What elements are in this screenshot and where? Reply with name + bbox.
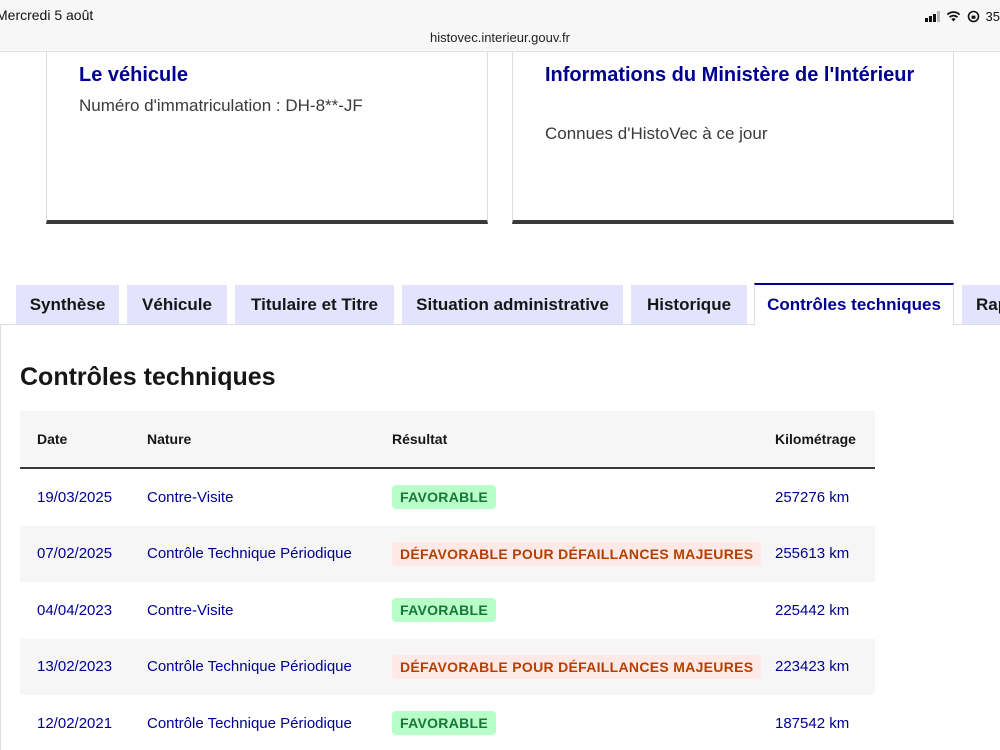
- cell-nature: Contre-Visite: [147, 488, 234, 506]
- cell-nature: Contrôle Technique Périodique: [147, 658, 352, 675]
- cell-date: 04/04/2023: [37, 601, 113, 619]
- address-bar-url[interactable]: histovec.interieur.gouv.fr: [0, 30, 1000, 45]
- cell-result: FAVORABLE: [392, 695, 496, 750]
- table-row: 12/02/2021 Contrôle Technique Périodique…: [20, 695, 875, 750]
- signal-icon: [924, 10, 940, 22]
- tab-bar: Synthèse Véhicule Titulaire et Titre Sit…: [0, 283, 1000, 325]
- cell-nature: Contrôle Technique Périodique: [147, 714, 352, 732]
- cell-date: 13/02/2023: [37, 658, 113, 675]
- tab-rapport[interactable]: Rap: [962, 285, 1000, 325]
- technical-inspections-table: Date Nature Résultat Kilométrage 19/03/2…: [20, 411, 875, 750]
- cell-mileage: 187542 km: [775, 714, 850, 732]
- status-date: Mercredi 5 août: [0, 7, 94, 23]
- ministry-card: Informations du Ministère de l'Intérieur…: [512, 52, 954, 224]
- tab-vehicule[interactable]: Véhicule: [127, 285, 227, 325]
- ministry-card-text: Connues d'HistoVec à ce jour: [545, 124, 768, 143]
- cell-result: DÉFAVORABLE POUR DÉFAILLANCES MAJEURES: [392, 639, 762, 695]
- table-row: 04/04/2023 Contre-Visite FAVORABLE 22544…: [20, 582, 875, 639]
- result-badge-unfavorable: DÉFAVORABLE POUR DÉFAILLANCES MAJEURES: [392, 541, 762, 566]
- tab-historique[interactable]: Historique: [631, 285, 747, 325]
- orientation-lock-icon: [967, 10, 979, 22]
- panel-title: Contrôles techniques: [20, 363, 276, 391]
- table-row: 07/02/2025 Contrôle Technique Périodique…: [20, 525, 875, 582]
- column-header-mileage: Kilométrage: [775, 431, 856, 447]
- cell-date: 12/02/2021: [37, 714, 113, 732]
- table-row: 19/03/2025 Contre-Visite FAVORABLE 25727…: [20, 469, 875, 526]
- column-header-result: Résultat: [392, 431, 448, 447]
- status-indicators: 35: [924, 7, 1000, 25]
- cell-result: FAVORABLE: [392, 582, 496, 638]
- column-header-date: Date: [37, 431, 68, 447]
- cell-nature: Contre-Visite: [147, 601, 234, 619]
- registration-number-text: Numéro d'immatriculation : DH-8**-JF: [79, 96, 363, 115]
- cell-result: DÉFAVORABLE POUR DÉFAILLANCES MAJEURES: [392, 526, 762, 582]
- cell-nature: Contrôle Technique Périodique: [147, 545, 352, 562]
- cell-mileage: 225442 km: [775, 601, 850, 619]
- table-row: 13/02/2023 Contrôle Technique Périodique…: [20, 638, 875, 695]
- tab-synthese[interactable]: Synthèse: [16, 285, 119, 325]
- result-badge-favorable: FAVORABLE: [392, 711, 496, 735]
- tab-controles-techniques[interactable]: Contrôles techniques: [754, 283, 954, 325]
- tab-situation-administrative[interactable]: Situation administrative: [402, 285, 623, 325]
- result-badge-favorable: FAVORABLE: [392, 598, 496, 622]
- wifi-icon: [946, 11, 960, 22]
- tab-panel: Contrôles techniques Date Nature Résulta…: [0, 324, 1000, 750]
- result-badge-unfavorable: DÉFAVORABLE POUR DÉFAILLANCES MAJEURES: [392, 654, 762, 679]
- cell-mileage: 223423 km: [775, 658, 850, 675]
- column-header-nature: Nature: [147, 431, 192, 447]
- vehicle-card: Le véhicule Numéro d'immatriculation : D…: [46, 52, 488, 224]
- cell-mileage: 257276 km: [775, 488, 850, 506]
- ministry-card-title: Informations du Ministère de l'Intérieur: [545, 64, 915, 86]
- cell-result: FAVORABLE: [392, 469, 496, 525]
- vehicle-card-title: Le véhicule: [79, 64, 188, 86]
- table-header: Date Nature Résultat Kilométrage: [20, 411, 875, 469]
- cell-date: 19/03/2025: [37, 488, 113, 506]
- cell-mileage: 255613 km: [775, 545, 850, 562]
- status-bar: Mercredi 5 août histovec.interieur.gouv.…: [0, 0, 1000, 52]
- result-badge-favorable: FAVORABLE: [392, 485, 496, 509]
- battery-percentage: 35: [985, 8, 1000, 24]
- tab-titulaire-et-titre[interactable]: Titulaire et Titre: [235, 285, 394, 325]
- cell-date: 07/02/2025: [37, 545, 113, 562]
